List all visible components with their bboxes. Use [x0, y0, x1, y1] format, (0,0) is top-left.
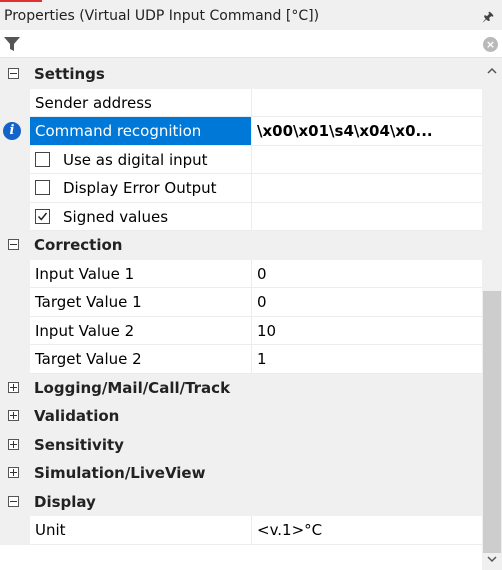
property-input-value-2[interactable]: Input Value 2 10	[0, 316, 482, 345]
target-value-1-field[interactable]: 0	[252, 288, 482, 317]
category-label: Correction	[34, 236, 123, 254]
scroll-up-icon[interactable]	[487, 66, 497, 76]
expand-icon[interactable]	[8, 467, 19, 478]
property-label: Sender address	[30, 88, 252, 117]
expand-icon[interactable]	[8, 438, 19, 450]
panel-title: Properties (Virtual UDP Input Command [°…	[4, 8, 320, 24]
property-target-value-2[interactable]: Target Value 2 1	[0, 345, 482, 374]
collapse-icon[interactable]	[8, 495, 19, 507]
filter-bar[interactable]: ×	[0, 30, 502, 58]
category-label: Validation	[34, 407, 120, 425]
category-label: Settings	[34, 65, 105, 83]
collapse-icon[interactable]	[8, 68, 19, 79]
property-value	[252, 203, 482, 231]
property-label: Unit	[30, 516, 252, 545]
scrollbar-thumb[interactable]	[483, 291, 501, 553]
category-label: Display	[34, 492, 96, 511]
property-label: Input Value 2	[30, 316, 252, 345]
property-input-value-1[interactable]: Input Value 1 0	[0, 259, 482, 288]
category-label: Simulation/LiveView	[34, 464, 206, 482]
input-value-1-field[interactable]: 0	[252, 260, 482, 288]
category-simulation[interactable]: Simulation/LiveView	[0, 459, 482, 488]
checkmark-icon	[37, 212, 48, 221]
property-use-as-digital-input[interactable]: Use as digital input	[0, 145, 482, 174]
scroll-down-icon[interactable]	[487, 554, 497, 564]
property-label: Use as digital input	[30, 145, 252, 174]
category-label: Logging/Mail/Call/Track	[34, 378, 231, 397]
input-value-2-field[interactable]: 10	[252, 317, 482, 345]
category-logging[interactable]: Logging/Mail/Call/Track	[0, 373, 482, 402]
pin-icon[interactable]: 🖈	[482, 4, 494, 32]
property-display-error-output[interactable]: Display Error Output	[0, 174, 482, 203]
property-value	[252, 146, 482, 174]
expand-icon[interactable]	[8, 381, 19, 393]
sender-address-field[interactable]	[252, 89, 482, 117]
property-unit[interactable]: Unit <v.1>°C	[0, 516, 482, 545]
signed-values-checkbox[interactable]	[35, 208, 50, 224]
category-correction[interactable]: Correction	[0, 231, 482, 260]
panel-titlebar: Properties (Virtual UDP Input Command [°…	[0, 2, 502, 30]
target-value-2-field[interactable]: 1	[252, 345, 482, 374]
property-signed-values[interactable]: Signed values	[0, 202, 482, 231]
property-label: Display Error Output	[30, 174, 252, 203]
property-label[interactable]: Command recognition	[30, 117, 252, 146]
info-icon: i	[3, 122, 21, 140]
category-sensitivity[interactable]: Sensitivity	[0, 430, 482, 459]
property-label: Target Value 2	[30, 345, 252, 374]
property-command-recognition[interactable]: i Command recognition \x00\x01\s4\x04\x0…	[0, 117, 482, 146]
display-error-output-checkbox[interactable]	[35, 180, 50, 195]
property-label: Signed values	[30, 202, 252, 231]
expand-icon[interactable]	[8, 410, 19, 421]
property-label: Target Value 1	[30, 288, 252, 317]
collapse-icon[interactable]	[8, 239, 19, 250]
command-recognition-field[interactable]: \x00\x01\s4\x04\x0...	[252, 117, 482, 146]
property-sender-address[interactable]: Sender address	[0, 88, 482, 117]
vertical-scrollbar[interactable]	[482, 60, 502, 570]
property-label: Input Value 1	[30, 259, 252, 288]
category-label: Sensitivity	[34, 435, 124, 454]
use-as-digital-input-checkbox[interactable]	[35, 151, 50, 167]
property-value	[252, 174, 482, 203]
filter-icon[interactable]	[3, 36, 21, 52]
property-grid: Settings Sender address i Command recogn…	[0, 60, 482, 570]
unit-field[interactable]: <v.1>°C	[252, 516, 482, 545]
category-validation[interactable]: Validation	[0, 402, 482, 431]
category-display[interactable]: Display	[0, 487, 482, 516]
clear-filter-icon[interactable]: ×	[483, 37, 498, 52]
category-settings[interactable]: Settings	[0, 60, 482, 89]
property-target-value-1[interactable]: Target Value 1 0	[0, 288, 482, 317]
